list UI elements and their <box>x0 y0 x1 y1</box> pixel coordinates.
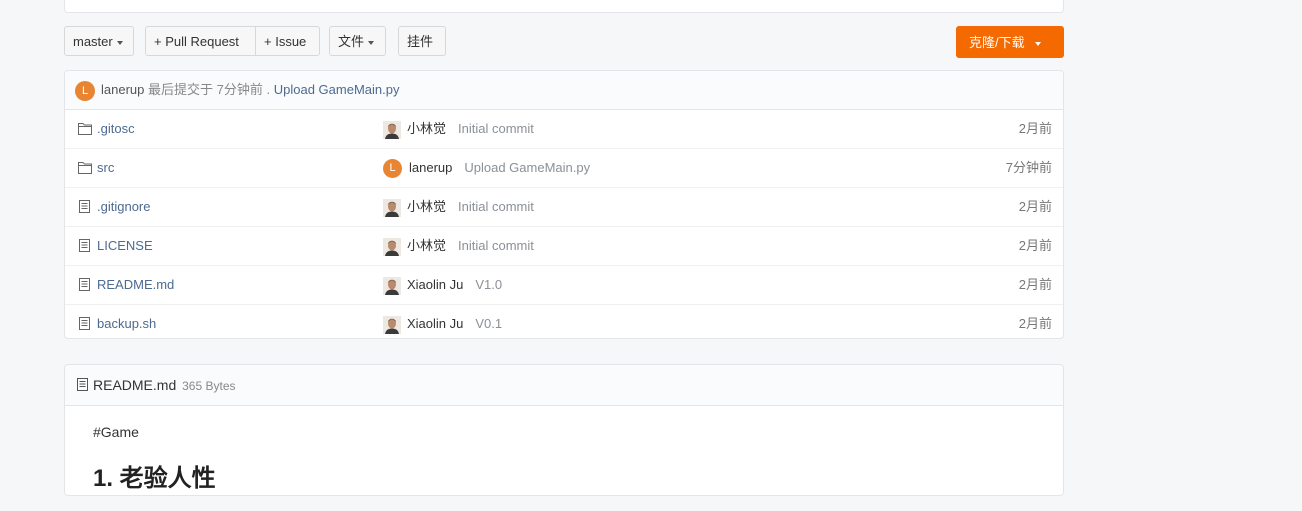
author-name[interactable]: Xiaolin Ju <box>407 277 463 292</box>
commit-time: 2月前 <box>1018 277 1052 292</box>
last-commit-text: 最后提交于 <box>148 82 214 97</box>
readme-heading: 1. 老验人性 <box>93 465 216 492</box>
file-icon <box>79 200 90 213</box>
chevron-down-icon <box>1034 41 1041 46</box>
table-row[interactable]: .gitosc 小林觉 Initial commit 2月前 <box>65 110 1063 149</box>
author-name[interactable]: 小林觉 <box>407 199 446 214</box>
branch-select[interactable]: master <box>64 26 134 56</box>
table-row[interactable]: LICENSE 小林觉 Initial commit 2月前 <box>65 227 1063 266</box>
author-name[interactable]: lanerup <box>409 160 452 175</box>
file-icon <box>79 278 90 291</box>
commit-user[interactable]: lanerup <box>101 82 144 97</box>
commit-message-link[interactable]: V0.1 <box>475 316 502 331</box>
widget-button[interactable]: 挂件 <box>398 26 446 56</box>
commit-message-link[interactable]: V1.0 <box>475 277 502 292</box>
file-name-link[interactable]: .gitignore <box>97 188 150 226</box>
table-row[interactable]: .gitignore 小林觉 Initial commit 2月前 <box>65 188 1063 227</box>
commit-message-link[interactable]: Initial commit <box>458 238 534 253</box>
new-pull-request-button[interactable]: + Pull Request <box>145 26 256 56</box>
avatar[interactable] <box>383 315 401 334</box>
readme-body: #Game 1. 老验人性 <box>65 406 1063 511</box>
commit-message-link[interactable]: Initial commit <box>458 199 534 214</box>
chevron-down-icon <box>116 40 123 45</box>
author-name[interactable]: 小林觉 <box>407 121 446 136</box>
file-menu-button[interactable]: 文件 <box>329 26 386 56</box>
pull-request-label: + Pull Request <box>154 34 239 49</box>
commit-time: 2月前 <box>1018 316 1052 331</box>
commit-author: 小林觉 Initial commit <box>383 188 534 226</box>
file-name-link[interactable]: LICENSE <box>97 227 153 265</box>
commit-time: 7分钟前 <box>1005 160 1052 175</box>
top-panel-edge <box>64 0 1064 13</box>
commit-time: 2月前 <box>1018 238 1052 253</box>
commit-author: Llanerup Upload GameMain.py <box>383 149 590 187</box>
file-name-link[interactable]: .gitosc <box>97 110 135 148</box>
readme-size: 365 Bytes <box>182 379 236 393</box>
folder-icon <box>78 123 92 135</box>
avatar[interactable]: L <box>383 159 402 179</box>
author-name[interactable]: Xiaolin Ju <box>407 316 463 331</box>
commit-message-link[interactable]: Upload GameMain.py <box>464 160 590 175</box>
file-rows: .gitosc 小林觉 Initial commit 2月前 src Llanerup Up… <box>65 110 1063 343</box>
separator: . <box>266 82 271 97</box>
avatar[interactable] <box>383 120 401 139</box>
avatar[interactable]: L <box>75 80 95 101</box>
avatar[interactable] <box>383 237 401 256</box>
last-commit-message[interactable]: Upload GameMain.py <box>274 82 400 97</box>
commit-author: 小林觉 Initial commit <box>383 227 534 265</box>
readme-line: #Game <box>93 424 139 440</box>
file-icon <box>77 378 88 391</box>
file-icon <box>79 239 90 252</box>
clone-download-label: 克隆/下载 <box>969 35 1025 50</box>
last-commit-time: 7分钟前 <box>216 82 263 97</box>
author-name[interactable]: 小林觉 <box>407 238 446 253</box>
clone-download-button[interactable]: 克隆/下载 <box>956 26 1064 58</box>
avatar[interactable] <box>383 276 401 295</box>
last-commit-bar: Llanerup 最后提交于 7分钟前 . Upload GameMain.py <box>65 71 1063 110</box>
issue-label: + Issue <box>264 34 307 49</box>
avatar[interactable] <box>383 198 401 217</box>
file-name-link[interactable]: src <box>97 149 114 187</box>
widget-label: 挂件 <box>407 34 434 49</box>
file-name-link[interactable]: backup.sh <box>97 305 156 343</box>
commit-author: 小林觉 Initial commit <box>383 110 534 148</box>
readme-header: README.md 365 Bytes <box>65 365 1063 406</box>
file-icon <box>79 317 90 330</box>
file-list-panel: Llanerup 最后提交于 7分钟前 . Upload GameMain.py… <box>64 70 1064 339</box>
table-row[interactable]: src Llanerup Upload GameMain.py 7分钟前 <box>65 149 1063 188</box>
commit-author: Xiaolin Ju V1.0 <box>383 266 502 304</box>
commit-time: 2月前 <box>1018 121 1052 136</box>
commit-time: 2月前 <box>1018 199 1052 214</box>
file-name-link[interactable]: README.md <box>97 266 174 304</box>
repo-toolbar: master + Pull Request + Issue 文件 挂件 克隆/下… <box>64 26 1064 58</box>
new-issue-button[interactable]: + Issue <box>255 26 320 56</box>
readme-panel: README.md 365 Bytes #Game 1. 老验人性 <box>64 364 1064 496</box>
commit-author: Xiaolin Ju V0.1 <box>383 305 502 343</box>
folder-icon <box>78 162 92 174</box>
chevron-down-icon <box>368 40 375 45</box>
table-row[interactable]: backup.sh Xiaolin Ju V0.1 2月前 <box>65 305 1063 343</box>
table-row[interactable]: README.md Xiaolin Ju V1.0 2月前 <box>65 266 1063 305</box>
readme-filename[interactable]: README.md <box>93 377 176 393</box>
file-menu-label: 文件 <box>338 34 365 49</box>
commit-message-link[interactable]: Initial commit <box>458 121 534 136</box>
branch-label: master <box>73 34 113 49</box>
